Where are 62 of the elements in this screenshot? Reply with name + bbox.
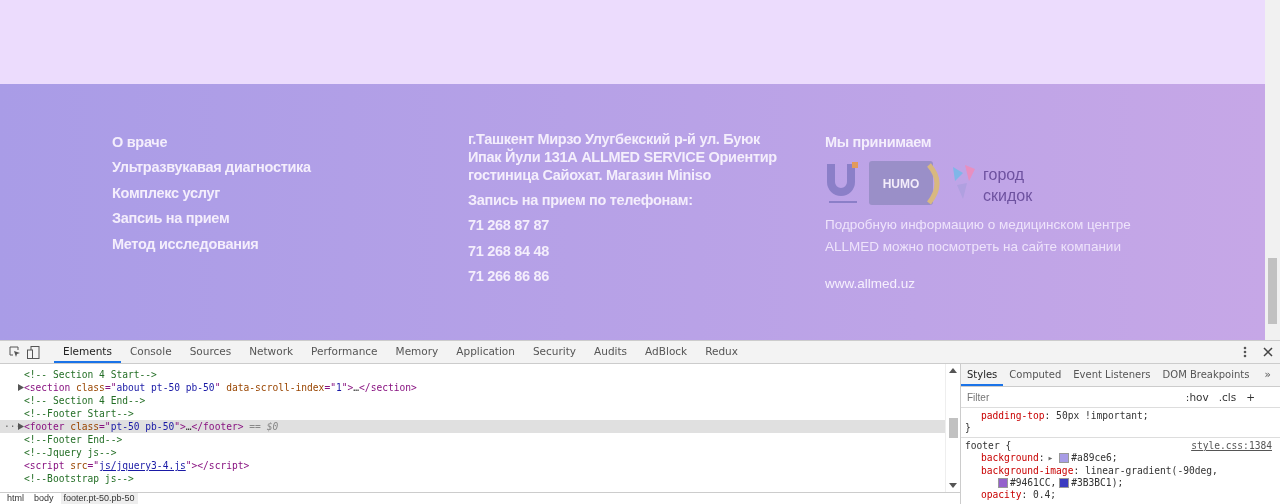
- css-declaration: #9461CC, #3B3BC1);: [961, 477, 1280, 490]
- add-rule-button[interactable]: +: [1241, 391, 1260, 403]
- code-scrollbar[interactable]: [945, 364, 960, 492]
- devtools-tab[interactable]: Performance: [302, 341, 387, 363]
- breadcrumb[interactable]: body: [31, 493, 57, 504]
- card-logo: город скидок: [951, 161, 1051, 206]
- inspect-icon[interactable]: [9, 346, 21, 358]
- info-text: Подробную информацию о медицинском центре ALLMED можно посмотреть на сайте компании: [825, 216, 1132, 257]
- css-brace: }: [964, 422, 972, 435]
- more-icon[interactable]: [1243, 346, 1247, 358]
- scrollbar-thumb[interactable]: [1268, 258, 1277, 324]
- devtools-tab[interactable]: Audits: [585, 341, 637, 363]
- hov-button[interactable]: :hov: [1180, 391, 1214, 403]
- devtools-tab[interactable]: Console: [120, 341, 181, 363]
- phones-label: Запись на прием по телефонам:: [468, 191, 694, 210]
- address-text: г.Ташкент Мирзо Улугбекский р-й ул. Буюк Ипак Йули 131А ALLMED SERVICE Ориентир гостиница Сайохат. Магазин Miniso: [468, 130, 778, 184]
- more-tabs-button[interactable]: »: [1255, 364, 1280, 386]
- device-icon[interactable]: [27, 345, 40, 359]
- expand-triangle-icon[interactable]: [18, 423, 24, 430]
- devtools-tab[interactable]: Redux: [696, 341, 747, 363]
- devtools-tab[interactable]: AdBlock: [636, 341, 697, 363]
- devtools-tab[interactable]: Security: [523, 341, 586, 363]
- code-line[interactable]: <!--Bootstrap js-->: [0, 472, 945, 485]
- styles-tab[interactable]: Event Listeners: [1067, 364, 1157, 386]
- accept-title: Мы принимаем: [825, 133, 933, 152]
- code-line[interactable]: <!-- Section 4 End-->: [0, 394, 945, 407]
- breadcrumb[interactable]: html: [4, 493, 27, 504]
- css-declaration: background-image: linear-gradient(-90deg,: [980, 464, 1219, 478]
- devtools-tab[interactable]: Network: [240, 341, 303, 363]
- phone-number: 71 268 87 87: [468, 216, 551, 236]
- expand-triangle-icon[interactable]: [18, 384, 24, 391]
- close-icon[interactable]: [1263, 347, 1273, 357]
- code-line[interactable]: <!--Footer Start-->: [0, 407, 945, 420]
- devtools-tab[interactable]: Memory: [386, 341, 448, 363]
- code-line[interactable]: <section class="about pt-50 pb-50" data-scroll-index="1">…</section>: [0, 381, 945, 394]
- devtools-tab[interactable]: Application: [447, 341, 524, 363]
- card-logo: HUMO: [869, 161, 943, 206]
- code-line[interactable]: <!-- Section 4 Start-->: [0, 368, 945, 381]
- css-declaration: opacity: 0.4;: [980, 489, 1058, 502]
- styles-tab[interactable]: DOM Breakpoints: [1156, 364, 1256, 386]
- color-swatch[interactable]: [1059, 478, 1070, 489]
- color-swatch[interactable]: [998, 478, 1008, 489]
- scroll-down-icon[interactable]: [949, 483, 957, 488]
- scroll-up-icon[interactable]: [949, 368, 957, 373]
- css-declaration: padding-top: 50px !important;: [980, 410, 1150, 423]
- color-swatch[interactable]: [1059, 453, 1070, 464]
- devtools-tab[interactable]: Elements: [54, 341, 121, 363]
- code-line[interactable]: <script src="js/jquery3-4.js"></script>: [0, 459, 945, 472]
- phone-number: 71 266 86 86: [468, 267, 551, 287]
- css-declaration: background: ▸ #a89ce6;: [980, 452, 1119, 465]
- styles-tab[interactable]: Computed: [1003, 364, 1068, 386]
- styles-tab[interactable]: Styles: [961, 364, 1004, 386]
- cls-button[interactable]: .cls: [1213, 391, 1242, 403]
- breadcrumb[interactable]: footer.pt-50.pb-50: [60, 493, 138, 504]
- css-selector: footer {: [965, 439, 1012, 453]
- scrollbar-thumb[interactable]: [948, 418, 958, 438]
- code-line[interactable]: <!--Jquery js-->: [0, 446, 945, 459]
- code-line[interactable]: <!--Footer End-->: [0, 433, 945, 446]
- phone-number: 71 268 84 48: [468, 241, 551, 261]
- page-scrollbar[interactable]: [1265, 0, 1280, 340]
- source-link[interactable]: style.css:1384: [1191, 439, 1272, 453]
- devtools-tab[interactable]: Sources: [180, 341, 241, 363]
